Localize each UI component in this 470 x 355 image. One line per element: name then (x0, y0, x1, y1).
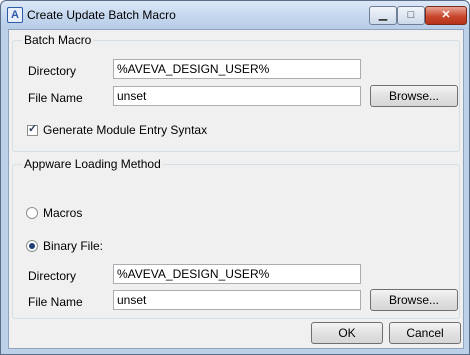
appware-directory-label: Directory (28, 269, 77, 283)
close-icon: ✕ (441, 9, 451, 21)
aveva-app-icon: A (7, 7, 23, 23)
maximize-icon: □ (407, 9, 415, 21)
batch-browse-button[interactable]: Browse... (370, 85, 458, 107)
dialog-window: A Create Update Batch Macro ▁ □ ✕ Batch … (0, 0, 470, 355)
batch-macro-group-label: Batch Macro (22, 33, 94, 47)
appware-directory-field[interactable] (113, 264, 361, 284)
generate-module-entry-label[interactable]: Generate Module Entry Syntax (43, 123, 207, 137)
minimize-button[interactable]: ▁ (369, 6, 397, 25)
macros-radio-label[interactable]: Macros (43, 206, 82, 220)
batch-macro-group: Batch Macro Directory File Name Browse..… (12, 33, 460, 152)
dialog-client-area: Batch Macro Directory File Name Browse..… (8, 29, 464, 349)
batch-directory-label: Directory (28, 64, 77, 78)
appware-loading-group: Appware Loading Method Macros Binary Fil… (12, 157, 460, 319)
title-bar[interactable]: A Create Update Batch Macro ▁ □ ✕ (1, 1, 469, 29)
radio-selected-dot (29, 243, 35, 249)
maximize-button[interactable]: □ (397, 6, 425, 25)
appware-loading-group-label: Appware Loading Method (22, 157, 163, 171)
ok-button[interactable]: OK (311, 322, 383, 344)
cancel-button[interactable]: Cancel (389, 322, 461, 344)
minimize-icon: ▁ (378, 9, 388, 21)
appware-filename-field[interactable] (113, 290, 361, 310)
appware-filename-label: File Name (28, 295, 83, 309)
macros-radio[interactable] (26, 207, 38, 219)
binary-file-radio[interactable] (26, 240, 38, 252)
batch-filename-field[interactable] (113, 86, 361, 106)
binary-file-radio-label[interactable]: Binary File: (43, 239, 103, 253)
checkmark-icon: ✓ (28, 123, 38, 135)
close-button[interactable]: ✕ (425, 6, 467, 25)
batch-directory-field[interactable] (113, 59, 361, 79)
appware-browse-button[interactable]: Browse... (370, 289, 458, 311)
generate-module-entry-checkbox[interactable]: ✓ (27, 123, 38, 136)
batch-filename-label: File Name (28, 91, 83, 105)
window-title: Create Update Batch Macro (27, 8, 176, 22)
